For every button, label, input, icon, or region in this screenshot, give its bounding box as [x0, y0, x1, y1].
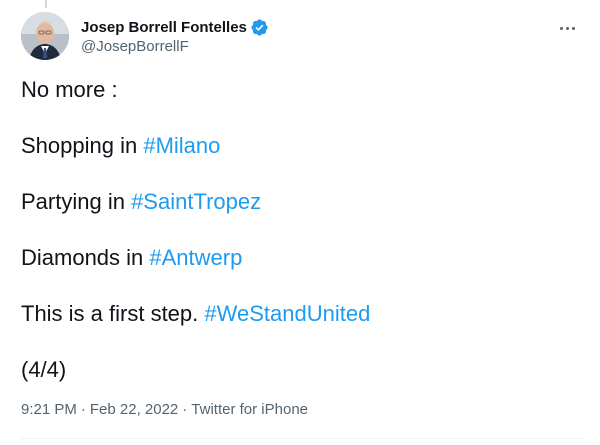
more-dot [559, 26, 563, 30]
thread-connector-line [45, 0, 47, 8]
tweet-line-text: This is a first step. [21, 301, 205, 326]
tweet-time[interactable]: 9:21 PM [21, 401, 77, 418]
tweet-text: No more : Shopping in #Milano Partying i… [21, 76, 584, 384]
meta-separator: · [182, 401, 188, 418]
hashtag-link[interactable]: #SaintTropez [131, 189, 261, 214]
tweet-line-text: Diamonds in [21, 245, 150, 270]
more-dot [571, 26, 575, 30]
tweet-line: Shopping in #Milano [21, 132, 584, 160]
tweet-line-text: Partying in [21, 189, 132, 214]
tweet-line: (4/4) [21, 356, 584, 384]
tweet-header: Josep Borrell Fontelles @JosepBorrellF [21, 12, 588, 60]
tweet-line: Diamonds in #Antwerp [21, 244, 584, 272]
meta-separator: · [80, 401, 86, 418]
verified-badge-icon [250, 18, 269, 37]
display-name[interactable]: Josep Borrell Fontelles [81, 19, 247, 36]
tweet-line: No more : [21, 76, 584, 104]
display-name-row: Josep Borrell Fontelles [81, 17, 269, 37]
avatar-image [21, 12, 69, 60]
hashtag-link[interactable]: #WeStandUnited [204, 301, 370, 326]
tweet-date[interactable]: Feb 22, 2022 [90, 401, 178, 418]
tweet-card: Josep Borrell Fontelles @JosepBorrellF N… [0, 0, 600, 445]
tweet-line: Partying in #SaintTropez [21, 188, 584, 216]
tweet-line: This is a first step. #WeStandUnited [21, 300, 584, 328]
tweet-line-text: Shopping in [21, 133, 144, 158]
author-names: Josep Borrell Fontelles @JosepBorrellF [81, 12, 269, 60]
avatar[interactable] [21, 12, 69, 60]
tweet-metadata: 9:21 PM · Feb 22, 2022 · Twitter for iPhone [21, 400, 308, 420]
more-dot [565, 26, 569, 30]
hashtag-link[interactable]: #Milano [143, 133, 220, 158]
tweet-source[interactable]: Twitter for iPhone [191, 401, 308, 418]
author-handle[interactable]: @JosepBorrellF [81, 38, 269, 55]
tweet-line-text: No more : [21, 77, 118, 102]
divider [21, 438, 584, 439]
hashtag-link[interactable]: #Antwerp [149, 245, 242, 270]
tweet-line-text: (4/4) [21, 357, 67, 382]
more-options-icon[interactable] [552, 16, 582, 40]
